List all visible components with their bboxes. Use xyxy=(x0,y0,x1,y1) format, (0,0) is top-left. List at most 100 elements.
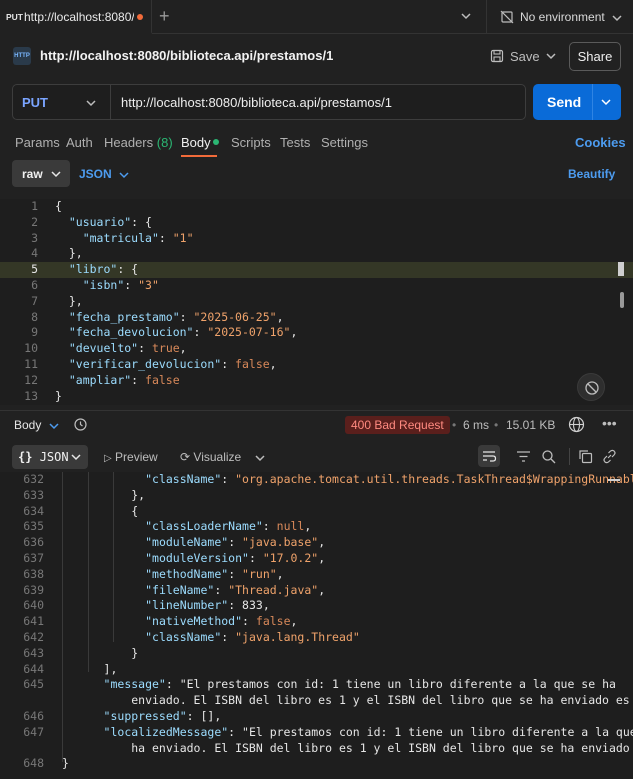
divider xyxy=(592,84,593,120)
indent-guide xyxy=(113,472,114,642)
network-globe-icon[interactable] xyxy=(568,416,585,433)
share-button[interactable]: Share xyxy=(569,42,621,71)
new-tab-icon[interactable]: + xyxy=(159,6,170,27)
editor-scrollbar[interactable] xyxy=(620,292,624,308)
search-icon[interactable] xyxy=(541,449,556,464)
tab-settings[interactable]: Settings xyxy=(321,135,368,150)
divider xyxy=(110,85,111,119)
headers-count: (8) xyxy=(156,135,173,150)
code-line[interactable]: 6 "isbn": "3" xyxy=(0,278,633,294)
code-line[interactable]: 3 "matricula": "1" xyxy=(0,231,633,247)
url-input[interactable]: http://localhost:8080/biblioteca.api/pre… xyxy=(121,95,392,110)
line-number: 648 xyxy=(23,756,44,771)
line-number: 8 xyxy=(31,309,38,324)
response-size[interactable]: 15.01 KB xyxy=(506,418,555,432)
response-time[interactable]: 6 ms xyxy=(463,418,489,432)
code-line[interactable]: 12 "ampliar": false xyxy=(0,373,633,389)
separator-dot: • xyxy=(494,418,499,432)
request-title[interactable]: http://localhost:8080/biblioteca.api/pre… xyxy=(40,48,333,63)
code-text: "fecha_devolucion": "2025-07-16", xyxy=(68,325,298,340)
line-number: 5 xyxy=(31,262,38,277)
environment-selector[interactable]: No environment xyxy=(486,0,633,34)
format-chevron-icon[interactable] xyxy=(118,169,130,181)
code-text: { xyxy=(62,503,139,518)
request-body-editor[interactable]: 1{2 "usuario": {3 "matricula": "1" 4 }, 5 … xyxy=(0,199,633,405)
save-chevron-icon[interactable] xyxy=(545,50,557,62)
code-line[interactable]: 4 }, xyxy=(0,246,633,262)
method-chevron-icon[interactable] xyxy=(85,97,97,109)
code-text: } xyxy=(55,388,62,403)
copy-icon[interactable] xyxy=(578,449,593,464)
body-format-select[interactable]: JSON xyxy=(79,167,112,181)
line-number: 13 xyxy=(24,388,38,403)
divider xyxy=(569,448,570,465)
active-tab-underline xyxy=(181,155,217,157)
chevron-down-icon[interactable] xyxy=(48,420,60,432)
visualize-button[interactable]: ⟳ Visualize xyxy=(180,450,241,464)
code-line[interactable]: 10 "devuelto": true, xyxy=(0,341,633,357)
code-line[interactable]: 11 "verificar_devolucion": false, xyxy=(0,357,633,373)
body-mode-select[interactable]: raw xyxy=(12,160,70,187)
tab-auth[interactable]: Auth xyxy=(66,135,93,150)
code-line[interactable]: 13} xyxy=(0,389,633,405)
request-tab[interactable]: PUT http://localhost:8080/bi xyxy=(0,0,152,34)
tab-headers[interactable]: Headers (8) xyxy=(104,135,173,150)
line-number: 643 xyxy=(23,645,44,660)
line-number: 3 xyxy=(31,230,38,245)
method-select[interactable]: PUT xyxy=(22,95,48,110)
code-line[interactable]: 1{ xyxy=(0,199,633,215)
unsaved-dot-icon xyxy=(137,14,143,20)
url-bar: PUT http://localhost:8080/biblioteca.api… xyxy=(12,84,526,120)
code-text: "lineNumber": 833, xyxy=(145,598,270,613)
preview-button[interactable]: ▷ Preview xyxy=(104,450,158,464)
code-text: "suppressed": [], xyxy=(103,709,222,723)
indent-guide xyxy=(62,472,63,762)
beautify-button[interactable]: Beautify xyxy=(568,167,615,181)
code-text: enviado. El ISBN del libro es 1 y el ISB… xyxy=(62,693,633,708)
snippet-icon[interactable] xyxy=(577,373,605,401)
status-badge[interactable]: 400 Bad Request xyxy=(345,416,450,434)
visualize-chevron-icon[interactable] xyxy=(254,452,266,464)
link-icon[interactable] xyxy=(602,449,617,464)
code-text: ha enviado. El ISBN del libro es 1 y el … xyxy=(62,740,633,755)
line-number: 11 xyxy=(24,357,38,371)
indent-guide xyxy=(88,472,89,672)
line-number: 9 xyxy=(31,325,38,340)
code-line[interactable]: 7 }, xyxy=(0,294,633,310)
send-options-chevron-icon[interactable] xyxy=(600,96,612,108)
wrap-lines-icon[interactable] xyxy=(478,445,500,467)
code-text: "fileName": "Thread.java", xyxy=(145,582,326,597)
code-line[interactable]: 9 "fecha_devolucion": "2025-07-16", xyxy=(0,325,633,341)
filter-icon[interactable] xyxy=(516,449,531,464)
code-line[interactable]: 2 "usuario": { xyxy=(0,215,633,231)
response-body-viewer[interactable]: 632 "className": "org.apache.tomcat.util… xyxy=(0,472,633,779)
response-format-label: {} JSON xyxy=(18,450,69,464)
more-options-icon[interactable]: ••• xyxy=(602,415,617,431)
response-scrollbar[interactable] xyxy=(608,479,620,481)
code-text: } xyxy=(62,645,139,660)
tab-title: http://localhost:8080/bi xyxy=(24,10,134,24)
tabs-dropdown-icon[interactable] xyxy=(460,10,472,22)
code-text: "devuelto": true, xyxy=(68,341,187,356)
tab-tests[interactable]: Tests xyxy=(280,135,310,150)
tab-body[interactable]: Body xyxy=(181,135,211,150)
response-body-tab[interactable]: Body xyxy=(14,418,41,432)
send-button[interactable]: Send xyxy=(533,84,621,120)
line-number: 634 xyxy=(23,503,44,518)
chevron-down-icon xyxy=(70,451,82,463)
tab-params[interactable]: Params xyxy=(15,135,60,150)
tab-scripts[interactable]: Scripts xyxy=(231,135,271,150)
line-number: 644 xyxy=(23,661,44,676)
response-format-select[interactable]: {} JSON xyxy=(12,445,88,469)
line-number: 632 xyxy=(23,472,44,486)
code-line[interactable]: 8 "fecha_prestamo": "2025-06-25", xyxy=(0,310,633,326)
code-text: ], xyxy=(62,661,118,676)
cookies-link[interactable]: Cookies xyxy=(575,135,626,150)
visualize-icon: ⟳ xyxy=(180,450,191,464)
code-text: }, xyxy=(55,293,83,308)
line-number: 6 xyxy=(31,278,38,292)
history-icon[interactable] xyxy=(73,417,88,432)
line-number: 12 xyxy=(24,372,38,387)
code-line[interactable]: 5 "libro": { xyxy=(0,262,633,278)
line-number: 2 xyxy=(31,214,38,229)
